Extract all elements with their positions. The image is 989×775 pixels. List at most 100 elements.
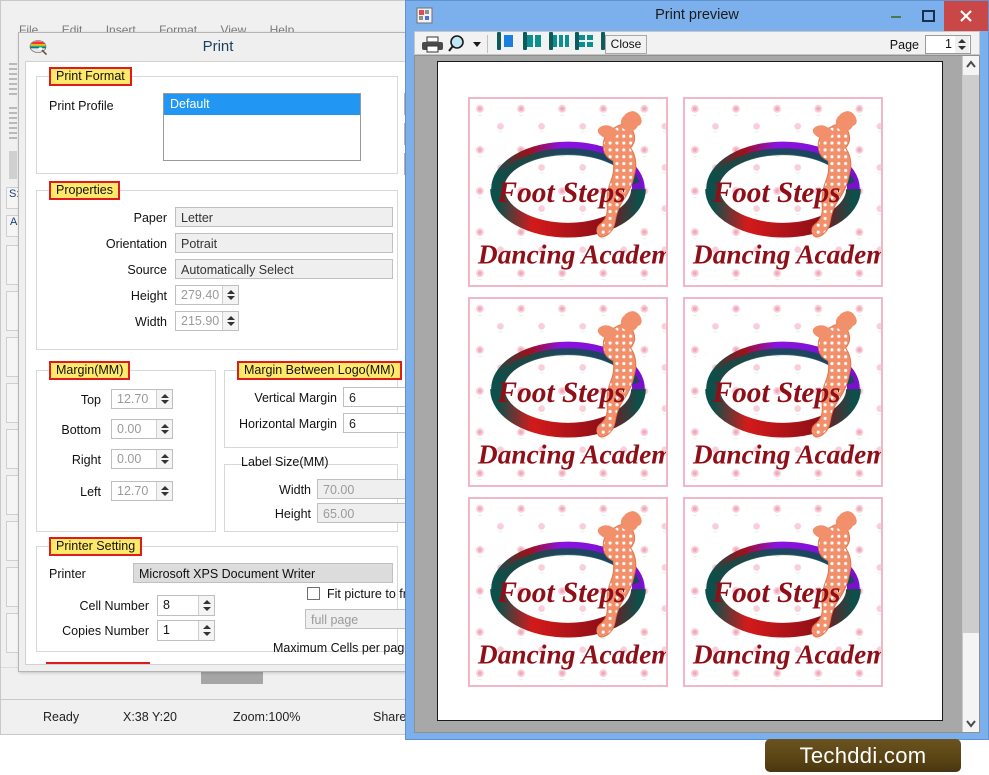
vertical-margin-input[interactable]: 6 bbox=[343, 387, 410, 407]
print-profile-selected-item[interactable]: Default bbox=[164, 94, 360, 115]
status-share: Share bbox=[373, 710, 407, 724]
spinner-arrows-icon[interactable] bbox=[222, 286, 238, 304]
print-profile-listbox[interactable]: Default bbox=[163, 93, 361, 161]
page-label: Page bbox=[889, 38, 919, 52]
page-width-value: 215.90 bbox=[181, 314, 220, 328]
printer-icon[interactable] bbox=[421, 34, 445, 54]
source-label: Source bbox=[127, 263, 167, 277]
page-width-stepper[interactable]: 215.90 bbox=[175, 311, 239, 331]
paper-value[interactable]: Letter bbox=[175, 207, 393, 227]
preview-vertical-scrollbar[interactable] bbox=[962, 56, 979, 732]
logo-cell-5: Foot Steps Dancing Academy bbox=[468, 497, 668, 687]
spinner-arrows-icon[interactable] bbox=[955, 36, 969, 53]
spinner-arrows-icon[interactable] bbox=[156, 420, 172, 438]
logo-line-2: Dancing Academy bbox=[477, 639, 666, 669]
page-width-label: Width bbox=[135, 315, 167, 329]
margin-between-logo-group-title: Margin Between Logo(MM) bbox=[237, 361, 402, 380]
margin-bottom-value: 0.00 bbox=[117, 422, 142, 436]
spinner-arrows-icon[interactable] bbox=[198, 621, 214, 640]
print-button[interactable]: Print bbox=[302, 664, 398, 665]
scroll-up-icon[interactable] bbox=[963, 56, 979, 74]
watermark: Techddi.com bbox=[765, 739, 961, 772]
full-page-combo[interactable]: full page bbox=[305, 609, 410, 629]
preview-close-button[interactable]: Close bbox=[605, 35, 647, 54]
status-ready: Ready bbox=[43, 710, 80, 724]
logo-line-2: Dancing Academy bbox=[692, 439, 881, 469]
print-dialog-title: Print bbox=[202, 38, 234, 55]
status-coordinates: X:38 Y:20 bbox=[123, 710, 177, 724]
spinner-arrows-icon[interactable] bbox=[198, 596, 214, 615]
fit-picture-label: Fit picture to frame bbox=[327, 587, 410, 601]
copies-number-value: 1 bbox=[163, 623, 170, 637]
scrollbar-thumb[interactable] bbox=[963, 75, 979, 633]
close-icon[interactable] bbox=[944, 1, 988, 31]
spinner-arrows-icon[interactable] bbox=[156, 450, 172, 468]
spinner-arrows-icon[interactable] bbox=[222, 312, 238, 330]
logo-line-2: Dancing Academy bbox=[692, 639, 881, 669]
cell-number-value: 8 bbox=[163, 598, 170, 612]
logo-line-1: Foot Steps bbox=[497, 377, 626, 409]
spinner-arrows-icon[interactable] bbox=[156, 482, 172, 500]
logo-cell-3: Foot Steps Dancing Academy bbox=[468, 297, 668, 487]
printer-setting-group: Printer Setting Printer Microsoft XPS Do… bbox=[36, 537, 410, 655]
source-value[interactable]: Automatically Select bbox=[175, 259, 393, 279]
minimize-icon[interactable] bbox=[880, 1, 912, 31]
margin-between-logo-group: Margin Between Logo(MM) Vertical Margin … bbox=[224, 361, 410, 448]
two-pages-icon[interactable] bbox=[523, 32, 541, 54]
label-size-group: Label Size(MM) Width 70.00 Height 65.00 bbox=[224, 455, 410, 532]
print-preview-canvas: Foot Steps Dancing Academy Foot Steps Da… bbox=[414, 55, 980, 733]
printer-value[interactable]: Microsoft XPS Document Writer bbox=[133, 563, 393, 583]
logo-line-2: Dancing Academy bbox=[477, 239, 666, 269]
max-cells-label: Maximum Cells per page bbox=[273, 641, 411, 655]
print-preview-button[interactable]: Print Preview bbox=[46, 662, 150, 664]
margin-top-label: Top bbox=[80, 393, 101, 407]
margin-group-title: Margin(MM) bbox=[49, 361, 131, 380]
horizontal-margin-label: Horizontal Margin bbox=[239, 417, 337, 431]
margin-left-stepper[interactable]: 12.70 bbox=[111, 481, 173, 501]
fit-picture-checkbox[interactable] bbox=[307, 587, 320, 600]
page-height-value: 279.40 bbox=[181, 288, 220, 302]
label-height-label: Height bbox=[274, 507, 311, 521]
page-number-stepper[interactable]: 1 bbox=[925, 35, 971, 54]
background-window-titlebar bbox=[1, 1, 414, 23]
orientation-label: Orientation bbox=[105, 237, 167, 251]
cell-number-label: Cell Number bbox=[79, 599, 149, 613]
print-preview-toolbar[interactable]: Close Page 1 bbox=[414, 31, 980, 55]
label-height-value[interactable]: 65.00 bbox=[317, 503, 410, 523]
page-height-stepper[interactable]: 279.40 bbox=[175, 285, 239, 305]
print-format-group: Print Format Print Profile Default bbox=[36, 67, 398, 174]
orientation-value[interactable]: Potrait bbox=[175, 233, 393, 253]
print-format-group-title: Print Format bbox=[49, 67, 132, 86]
margin-top-stepper[interactable]: 12.70 bbox=[111, 389, 173, 409]
one-page-icon[interactable] bbox=[497, 32, 513, 54]
logo-line-1: Foot Steps bbox=[712, 577, 841, 609]
scroll-down-icon[interactable] bbox=[963, 714, 979, 732]
logo-line-2: Dancing Academy bbox=[477, 439, 666, 469]
logo-line-1: Foot Steps bbox=[497, 177, 626, 209]
four-pages-icon[interactable] bbox=[575, 32, 593, 54]
margin-right-stepper[interactable]: 0.00 bbox=[111, 449, 173, 469]
three-pages-icon[interactable] bbox=[549, 32, 569, 54]
margin-left-value: 12.70 bbox=[117, 484, 149, 498]
label-width-value[interactable]: 70.00 bbox=[317, 479, 410, 499]
printer-setting-group-title: Printer Setting bbox=[49, 537, 143, 556]
print-preview-window: Print preview Close Page 1 Foot Steps Da… bbox=[405, 0, 989, 740]
cell-number-stepper[interactable]: 8 bbox=[157, 595, 215, 616]
magnifier-icon[interactable] bbox=[447, 34, 469, 54]
print-preview-titlebar[interactable]: Print preview bbox=[406, 1, 988, 31]
horizontal-margin-input[interactable]: 6 bbox=[343, 413, 410, 433]
spinner-arrows-icon[interactable] bbox=[156, 390, 172, 408]
chevron-down-icon[interactable] bbox=[470, 34, 484, 54]
logo-line-1: Foot Steps bbox=[712, 177, 841, 209]
properties-group-title: Properties bbox=[49, 181, 120, 200]
margin-right-label: Right bbox=[71, 453, 101, 467]
margin-top-value: 12.70 bbox=[117, 392, 149, 406]
logo-cell-4: Foot Steps Dancing Academy bbox=[683, 297, 883, 487]
copies-number-stepper[interactable]: 1 bbox=[157, 620, 215, 641]
print-dialog-titlebar: Print bbox=[19, 33, 417, 61]
margin-left-label: Left bbox=[80, 485, 101, 499]
margin-bottom-stepper[interactable]: 0.00 bbox=[111, 419, 173, 439]
label-size-group-title: Label Size(MM) bbox=[241, 455, 329, 469]
status-zoom: Zoom:100% bbox=[233, 710, 301, 724]
maximize-icon[interactable] bbox=[912, 1, 944, 31]
